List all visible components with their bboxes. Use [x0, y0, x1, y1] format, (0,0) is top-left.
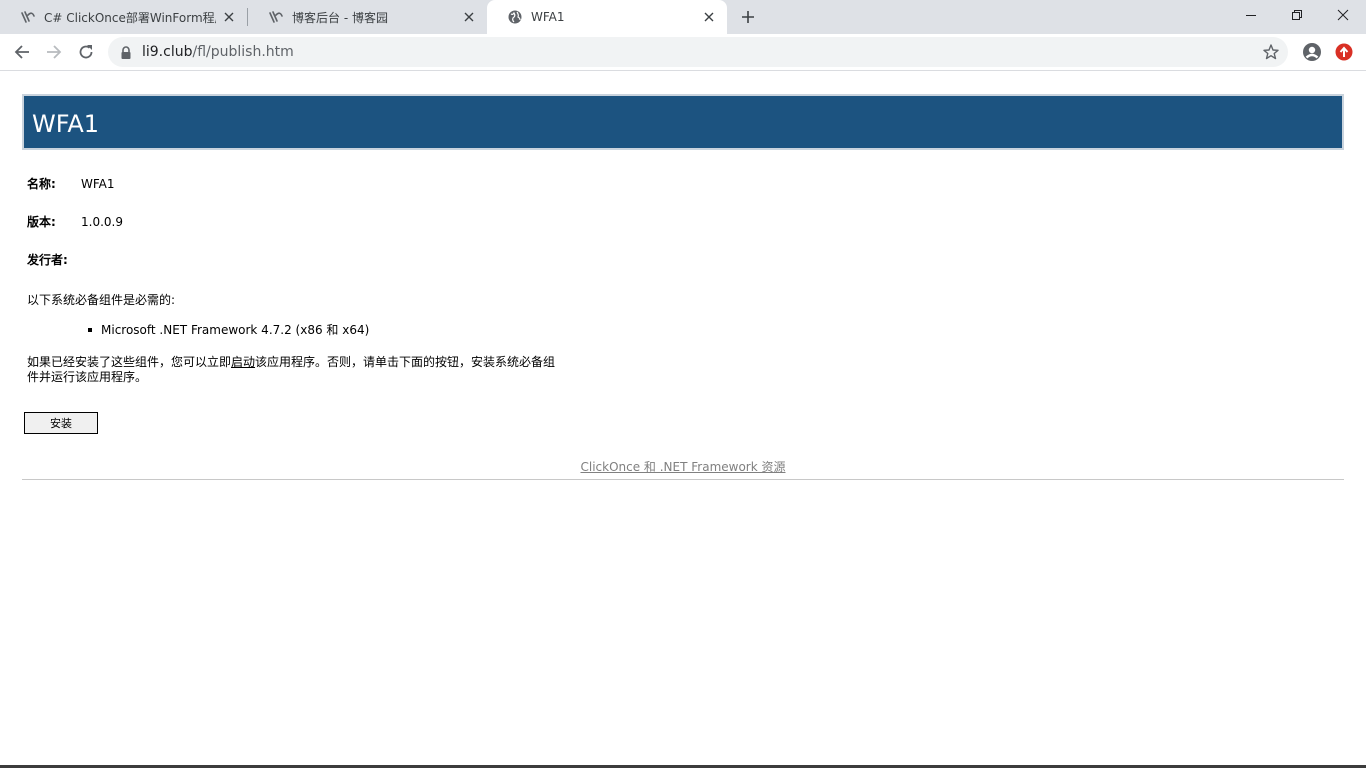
- launch-link[interactable]: 启动: [231, 355, 255, 369]
- close-icon[interactable]: [701, 9, 717, 25]
- reload-button[interactable]: [73, 39, 99, 65]
- version-label: 版本:: [27, 215, 56, 229]
- tab-title: 博客后台 - 博客园: [292, 10, 388, 25]
- forward-button[interactable]: [41, 39, 67, 65]
- cnblogs-icon: [20, 9, 36, 25]
- lock-icon[interactable]: [120, 45, 132, 59]
- reload-icon: [79, 45, 93, 59]
- browser-toolbar: li9.club/fl/publish.htm: [0, 34, 1366, 71]
- name-label: 名称:: [27, 177, 56, 191]
- prereq-heading: 以下系统必备组件是必需的:: [27, 293, 176, 307]
- plus-icon: [742, 11, 754, 23]
- prereq-list: Microsoft .NET Framework 4.7.2 (x86 和 x6…: [87, 323, 370, 337]
- close-window-button[interactable]: [1320, 0, 1366, 30]
- new-tab-button[interactable]: [737, 6, 759, 28]
- install-button[interactable]: 安装: [24, 412, 98, 434]
- arrow-right-icon: [47, 45, 62, 59]
- tab-clickonce-article[interactable]: C# ClickOnce部署WinForm程序: [0, 0, 247, 34]
- list-item: Microsoft .NET Framework 4.7.2 (x86 和 x6…: [87, 323, 370, 337]
- profile-avatar-icon[interactable]: [1302, 42, 1322, 62]
- tab-strip: C# ClickOnce部署WinForm程序 博客后台 - 博客园 WFA1: [0, 0, 1366, 34]
- back-button[interactable]: [9, 39, 35, 65]
- page-content: WFA1 名称: WFA1 版本: 1.0.0.9 发行者: 以下系统必备组件是…: [0, 71, 1366, 768]
- cnblogs-icon: [268, 9, 284, 25]
- minimize-button[interactable]: [1228, 0, 1274, 30]
- footer-divider: [22, 479, 1344, 480]
- url-path: /fl/publish.htm: [192, 44, 294, 60]
- tab-title: C# ClickOnce部署WinForm程序: [44, 10, 216, 25]
- update-icon[interactable]: [1334, 42, 1354, 62]
- close-icon[interactable]: [461, 9, 477, 25]
- page-title: WFA1: [32, 110, 100, 138]
- version-value: 1.0.0.9: [81, 215, 123, 229]
- minimize-icon: [1246, 15, 1256, 16]
- tab-blog-admin[interactable]: 博客后台 - 博客园: [248, 0, 487, 34]
- install-note: 如果已经安装了这些组件，您可以立即启动该应用程序。否则，请单击下面的按钮，安装系…: [27, 355, 567, 385]
- close-icon[interactable]: [221, 9, 237, 25]
- url-host: li9.club: [142, 44, 193, 60]
- tab-wfa1[interactable]: WFA1: [487, 0, 727, 34]
- publisher-label: 发行者:: [27, 253, 68, 267]
- arrow-left-icon: [14, 45, 29, 59]
- url-text: li9.club/fl/publish.htm: [142, 44, 294, 60]
- name-value: WFA1: [81, 177, 115, 191]
- close-icon: [1337, 9, 1349, 21]
- bookmark-star-icon[interactable]: [1262, 43, 1280, 61]
- install-note-text: 如果已经安装了这些组件，您可以立即: [27, 355, 232, 369]
- resources-link[interactable]: ClickOnce 和 .NET Framework 资源: [580, 460, 785, 474]
- restore-button[interactable]: [1274, 0, 1320, 30]
- globe-icon: [507, 9, 523, 25]
- tab-title: WFA1: [531, 10, 565, 24]
- restore-icon: [1292, 10, 1302, 20]
- footer: ClickOnce 和 .NET Framework 资源: [0, 460, 1366, 474]
- app-banner: WFA1: [22, 94, 1344, 150]
- address-bar[interactable]: li9.club/fl/publish.htm: [108, 37, 1288, 67]
